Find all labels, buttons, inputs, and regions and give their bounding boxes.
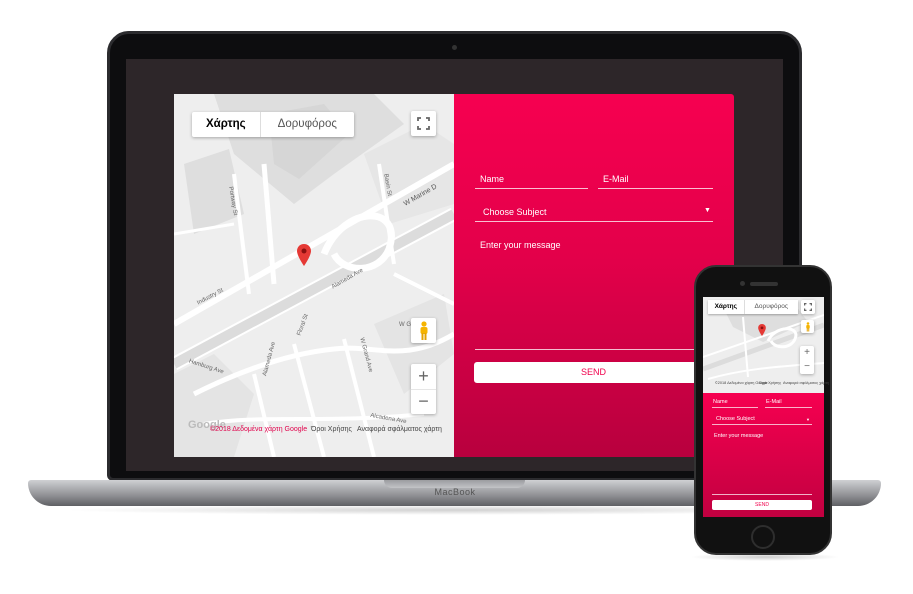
name-field-underline (475, 188, 588, 189)
phone-zoom-out-button[interactable]: − (800, 360, 814, 374)
send-button[interactable]: SEND (474, 362, 713, 383)
chevron-down-icon: ▼ (806, 417, 810, 422)
map-data-credit[interactable]: ©2018 Δεδομένα χάρτη Google (210, 426, 307, 433)
phone-subject-underline (712, 424, 812, 425)
fullscreen-icon (417, 117, 430, 130)
phone-fullscreen-button[interactable] (801, 300, 815, 314)
phone-map-tab-satellite[interactable]: Δορυφόρος (745, 300, 798, 314)
map-tab-map[interactable]: Χάρτης (192, 112, 261, 137)
zoom-out-button[interactable]: − (411, 390, 436, 415)
pegman-icon (805, 321, 810, 331)
street-label: W G (399, 322, 411, 328)
message-field[interactable]: Enter your message (480, 240, 561, 250)
fullscreen-button[interactable] (411, 111, 436, 136)
zoom-control: + − (411, 364, 436, 414)
phone-name-underline (712, 407, 758, 408)
chevron-down-icon: ▼ (704, 207, 711, 214)
subject-select[interactable]: Choose Subject (483, 207, 547, 217)
email-field[interactable]: E-Mail (603, 174, 629, 184)
phone-email-field[interactable]: E-Mail (766, 399, 782, 405)
map-footer: Google ©2018 Δεδομένα χάρτη Google Όροι … (174, 419, 454, 436)
map-type-switch: Χάρτης Δορυφόρος (192, 112, 354, 137)
name-field[interactable]: Name (480, 174, 504, 184)
pegman-icon (420, 320, 427, 340)
street-view-button[interactable] (411, 318, 436, 343)
map-marker-icon[interactable] (297, 244, 311, 266)
phone-map-marker-icon[interactable] (758, 324, 766, 336)
phone-message-underline (712, 494, 812, 495)
phone-zoom-control: + − (800, 346, 814, 374)
phone-zoom-in-button[interactable]: + (800, 346, 814, 360)
map-tab-satellite[interactable]: Δορυφόρος (261, 112, 354, 137)
phone-map-tab-map[interactable]: Χάρτης (708, 300, 745, 314)
phone-shadow (690, 553, 840, 561)
message-underline (475, 349, 713, 350)
laptop-brand-label: MacBook (434, 487, 476, 497)
phone-map-terms-link[interactable]: Όροι Χρήσης (759, 381, 781, 385)
map-terms-link[interactable]: Όροι Χρήσης (311, 426, 352, 433)
fullscreen-icon (804, 303, 812, 311)
phone-email-underline (765, 407, 812, 408)
phone-name-field[interactable]: Name (713, 399, 728, 405)
laptop-camera (452, 45, 457, 50)
phone-map-report-link[interactable]: Αναφορά σφάλματος χάρτη (783, 381, 829, 385)
phone-message-field[interactable]: Enter your message (714, 433, 763, 439)
phone-street-view-button[interactable] (801, 320, 814, 333)
phone-contact-form (703, 393, 824, 517)
contact-form (454, 94, 734, 457)
email-field-underline (598, 188, 713, 189)
phone-camera (740, 281, 745, 286)
phone-subject-select[interactable]: Choose Subject (716, 416, 755, 422)
phone-home-button (751, 525, 775, 549)
phone-map-type-switch: Χάρτης Δορυφόρος (708, 300, 798, 314)
zoom-in-button[interactable]: + (411, 364, 436, 390)
phone-speaker (750, 282, 778, 286)
map-report-link[interactable]: Αναφορά σφάλματος χάρτη (357, 426, 442, 433)
subject-underline (475, 221, 713, 222)
phone-send-button[interactable]: SEND (712, 500, 812, 510)
